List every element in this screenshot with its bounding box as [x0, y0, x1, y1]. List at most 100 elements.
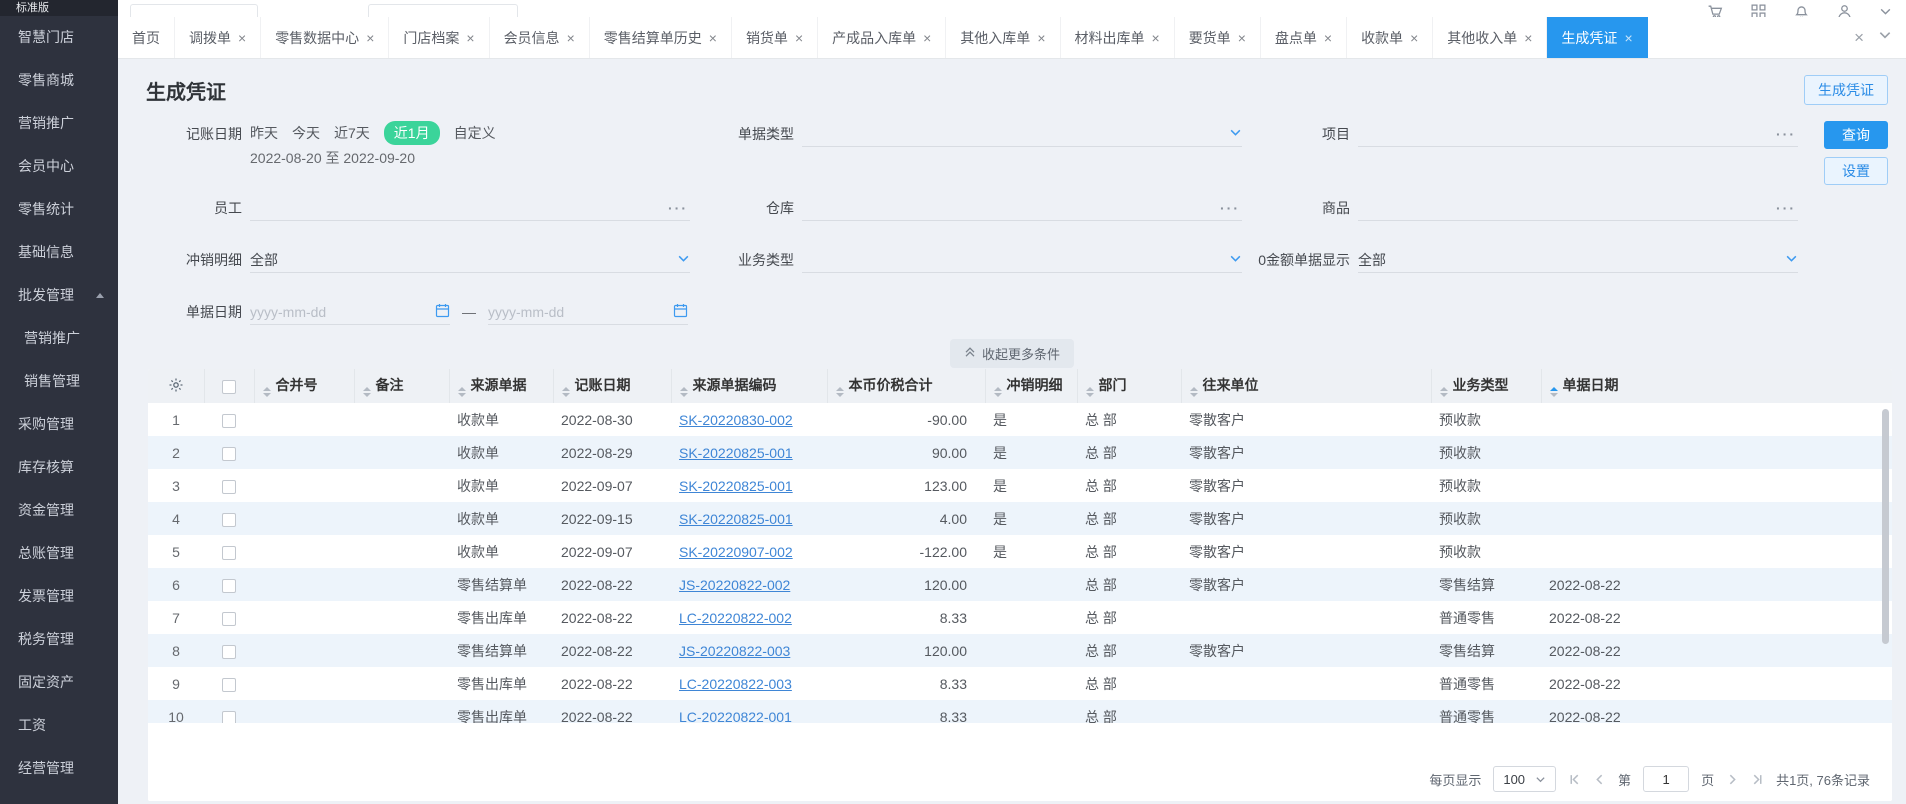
source-doc-link[interactable]: SK-20220825-001 [671, 469, 827, 502]
tab-close-icon[interactable]: × [466, 31, 474, 45]
sidebar-item[interactable]: 营销推广 [0, 317, 118, 360]
row-checkbox[interactable] [222, 611, 236, 626]
sidebar-item[interactable]: 库存核算 [0, 446, 118, 489]
topbar-field[interactable] [130, 4, 258, 17]
source-doc-link[interactable]: JS-20220822-003 [671, 634, 827, 667]
tab[interactable]: 其他收入单 × [1433, 17, 1548, 58]
tab-close-icon[interactable]: × [1410, 31, 1418, 45]
tab-close-icon[interactable]: × [709, 31, 717, 45]
column-header[interactable]: 业务类型 [1430, 369, 1541, 403]
column-header[interactable]: 往来单位 [1180, 369, 1431, 403]
generate-voucher-button[interactable]: 生成凭证 [1804, 75, 1888, 105]
row-checkbox[interactable] [222, 512, 236, 527]
doc-date-end-field[interactable] [488, 299, 688, 325]
column-header[interactable]: 来源单据 [448, 369, 553, 403]
doc-date-start-field[interactable] [250, 299, 450, 325]
column-header[interactable]: 冲销明细 [984, 369, 1077, 403]
tab-close-icon[interactable]: × [1524, 31, 1532, 45]
tab-close-icon[interactable]: × [795, 31, 803, 45]
zero-amount-select[interactable]: 全部 [1358, 247, 1798, 273]
tab[interactable]: 材料出库单 × [1061, 17, 1175, 58]
tab[interactable]: 产成品入库单 × [818, 17, 947, 58]
tab[interactable]: 首页 [118, 17, 175, 58]
date-quick-option[interactable]: 自定义 [454, 122, 496, 144]
row-checkbox[interactable] [222, 479, 236, 494]
row-checkbox[interactable] [222, 578, 236, 593]
column-settings-header[interactable] [148, 369, 204, 403]
sidebar-item[interactable]: 采购管理 [0, 403, 118, 446]
row-checkbox[interactable] [222, 710, 236, 723]
tab-close-icon[interactable]: × [1238, 31, 1246, 45]
sidebar-item[interactable]: 资金管理 [0, 489, 118, 532]
business-type-select[interactable] [802, 247, 1242, 273]
source-doc-link[interactable]: LC-20220822-001 [671, 700, 827, 724]
sidebar-item[interactable]: 营销推广 [0, 102, 118, 145]
tab[interactable]: 门店档案 × [389, 17, 490, 58]
sidebar-item[interactable]: 零售商城 [0, 59, 118, 102]
tab[interactable]: 调拨单 × [175, 17, 262, 58]
sidebar-item[interactable]: 智慧门店 [0, 16, 118, 59]
tab-close-icon[interactable]: × [923, 31, 931, 45]
tab-close-icon[interactable]: × [1037, 31, 1045, 45]
tab[interactable]: 零售结算单历史 × [590, 17, 732, 58]
row-checkbox[interactable] [222, 446, 236, 461]
cart-icon[interactable] [1707, 3, 1724, 17]
collapse-more-button[interactable]: 收起更多条件 [949, 339, 1074, 368]
sidebar-item[interactable]: 销售管理 [0, 360, 118, 403]
select-all-checkbox[interactable] [222, 380, 236, 395]
tab[interactable]: 零售数据中心 × [261, 17, 390, 58]
tab-close-icon[interactable]: × [1324, 31, 1332, 45]
prev-page-icon[interactable] [1593, 773, 1606, 786]
next-page-icon[interactable] [1726, 773, 1739, 786]
doc-date-end-input[interactable] [488, 303, 638, 320]
chevron-down-icon[interactable] [1879, 3, 1892, 17]
tab[interactable]: 生成凭证 × [1547, 17, 1648, 58]
sidebar-item[interactable]: 税务管理 [0, 618, 118, 661]
page-size-select[interactable]: 100 [1493, 766, 1557, 792]
tab-close-icon[interactable]: × [1152, 31, 1160, 45]
date-quick-option[interactable]: 近7天 [334, 122, 370, 144]
row-checkbox[interactable] [222, 545, 236, 560]
vertical-scrollbar[interactable] [1882, 409, 1889, 644]
source-doc-link[interactable]: LC-20220822-002 [671, 601, 827, 634]
tab[interactable]: 盘点单 × [1261, 17, 1348, 58]
project-picker[interactable]: ··· [1358, 121, 1798, 147]
first-page-icon[interactable] [1568, 773, 1581, 786]
tab[interactable]: 会员信息 × [490, 17, 590, 58]
source-doc-link[interactable]: SK-20220907-002 [671, 535, 827, 568]
sidebar-item[interactable]: 零售统计 [0, 188, 118, 231]
tab[interactable]: 其他入库单 × [946, 17, 1061, 58]
column-header[interactable]: 备注 [353, 369, 449, 403]
sidebar-item[interactable]: 基础信息 [0, 231, 118, 274]
tab-menu-chevron-icon[interactable] [1878, 28, 1892, 47]
settings-button[interactable]: 设置 [1824, 157, 1888, 185]
column-header[interactable]: 合并号 [253, 369, 354, 403]
column-header[interactable]: 来源单据编码 [670, 369, 827, 403]
source-doc-link[interactable]: SK-20220825-001 [671, 502, 827, 535]
sidebar-item[interactable]: 经营管理 [0, 747, 118, 790]
date-quick-option[interactable]: 近1月 [383, 121, 440, 145]
sidebar-item[interactable]: 批发管理 [0, 274, 118, 317]
source-doc-link[interactable]: LC-20220822-003 [671, 667, 827, 700]
query-button[interactable]: 查询 [1824, 121, 1888, 149]
row-checkbox[interactable] [222, 413, 236, 428]
sidebar-item[interactable]: 工资 [0, 704, 118, 747]
sidebar-item[interactable]: 发票管理 [0, 575, 118, 618]
tab-close-icon[interactable]: × [1624, 31, 1632, 45]
column-header[interactable]: 部门 [1076, 369, 1181, 403]
date-quick-option[interactable]: 昨天 [250, 122, 278, 144]
tab-close-icon[interactable]: × [366, 31, 374, 45]
page-number-input[interactable] [1643, 766, 1690, 792]
doc-date-start-input[interactable] [250, 303, 400, 320]
column-header[interactable]: 记账日期 [552, 369, 671, 403]
row-checkbox[interactable] [222, 644, 236, 659]
topbar-search-field[interactable] [368, 4, 518, 17]
tab[interactable]: 要货单 × [1175, 17, 1261, 58]
gear-icon[interactable] [168, 378, 184, 396]
source-doc-link[interactable]: SK-20220825-001 [671, 436, 827, 469]
source-doc-link[interactable]: JS-20220822-002 [671, 568, 827, 601]
tab-close-icon[interactable]: × [567, 31, 575, 45]
goods-picker[interactable]: ··· [1358, 195, 1798, 221]
close-tab-icon[interactable]: × [1854, 28, 1864, 48]
tab-close-icon[interactable]: × [238, 31, 246, 45]
